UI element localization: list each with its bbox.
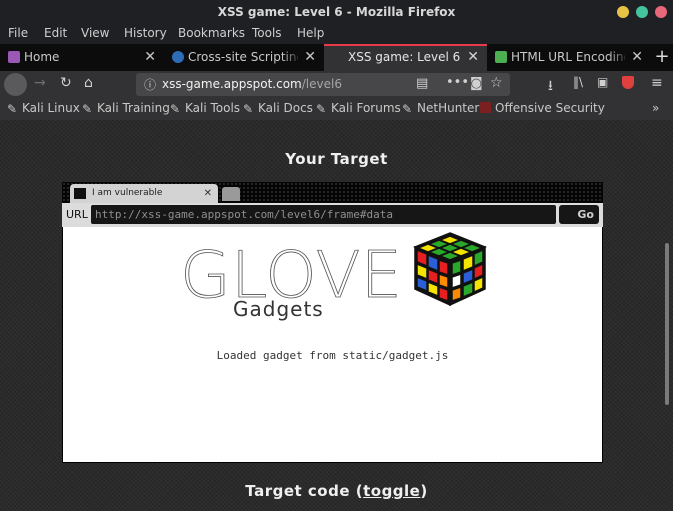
info-icon[interactable]: ⓘ [144, 76, 156, 93]
reload-icon[interactable]: ↻ [60, 75, 72, 91]
tab-label: XSS game: Level 6 [348, 50, 461, 64]
tab-label: Home [24, 50, 60, 64]
page-content: Your Target I am vulnerable ✕ URL http:/… [0, 120, 673, 511]
menu-history[interactable]: History [124, 26, 167, 40]
frame-url-input[interactable]: http://xss-game.appspot.com/level6/frame… [91, 205, 556, 224]
firefox-window: XSS game: Level 6 - Mozilla Firefox File… [0, 0, 673, 511]
menu-bar: File Edit View History Bookmarks Tools H… [0, 24, 673, 44]
maximize-button[interactable] [636, 6, 648, 18]
frame-tab[interactable]: I am vulnerable ✕ [70, 184, 218, 203]
purple-page-icon [8, 51, 20, 63]
xss-logo-icon [74, 188, 86, 199]
kali-dragon-icon: ✎ [82, 102, 93, 116]
forward-icon[interactable]: → [34, 75, 46, 91]
bookmarks-bar: ✎ Kali Linux ✎ Kali Training ✎ Kali Tools ✎… [0, 98, 673, 120]
downloads-icon[interactable]: ⭳ [548, 75, 553, 99]
offsec-icon [480, 102, 491, 113]
close-tab-icon[interactable]: ✕ [631, 44, 643, 71]
library-icon[interactable]: ‖\ [573, 75, 583, 89]
bookmarks-overflow-icon[interactable]: » [652, 101, 659, 115]
frame-tab-label: I am vulnerable [92, 188, 163, 198]
gadgets-text: Gadgets [233, 297, 324, 321]
url-bar[interactable]: ⓘ xss-game.appspot.com/level6 ▤ ••• ◙ ☆ [136, 73, 510, 96]
kali-dragon-icon: ✎ [316, 102, 327, 116]
bookmark-kali-linux[interactable]: ✎ Kali Linux [7, 101, 80, 116]
frame-tab-close-icon[interactable]: ✕ [204, 184, 212, 203]
close-tab-icon[interactable]: ✕ [467, 46, 479, 69]
menu-tools[interactable]: Tools [252, 26, 282, 40]
frame-url-label: URL [66, 208, 88, 221]
bookmark-kali-docs[interactable]: ✎ Kali Docs [243, 101, 313, 116]
page-actions-icon[interactable]: ••• [446, 75, 469, 90]
shield-icon[interactable] [622, 76, 634, 89]
globe-icon [172, 51, 184, 63]
frame-url-bar: URL http://xss-game.appspot.com/level6/f… [62, 203, 603, 227]
kali-dragon-icon: ✎ [170, 102, 181, 116]
back-button[interactable] [4, 73, 27, 96]
url-text[interactable]: xss-game.appspot.com/level6 [162, 77, 342, 91]
close-tab-icon[interactable]: ✕ [144, 44, 156, 71]
menu-help[interactable]: Help [297, 26, 324, 40]
reader-view-icon[interactable]: ▤ [416, 76, 428, 91]
tab-xss-level6[interactable]: XSS game: Level 6 ✕ [324, 44, 487, 71]
glove-logo-text: GLOVE [180, 243, 402, 301]
menu-edit[interactable]: Edit [44, 26, 67, 40]
pocket-icon[interactable]: ◙ [470, 76, 483, 91]
close-window-button[interactable] [655, 6, 667, 18]
menu-bookmarks[interactable]: Bookmarks [178, 26, 245, 40]
tab-bar: Home ✕ Cross-site Scripting (X ✕ XSS gam… [0, 44, 673, 71]
bookmark-kali-tools[interactable]: ✎ Kali Tools [170, 101, 240, 116]
window-title: XSS game: Level 6 - Mozilla Firefox [217, 5, 456, 19]
tab-cross-site-scripting[interactable]: Cross-site Scripting (X ✕ [164, 44, 324, 71]
tab-home[interactable]: Home ✕ [0, 44, 164, 71]
menu-icon[interactable]: ≡ [651, 75, 663, 91]
frame-go-button[interactable]: Go [559, 205, 599, 224]
bookmark-offensive-security[interactable]: Offensive Security [480, 101, 605, 115]
scrollbar-thumb[interactable] [665, 243, 669, 405]
frame-tab-strip: I am vulnerable ✕ [62, 182, 603, 203]
toggle-link[interactable]: toggle [363, 482, 420, 500]
minimize-button[interactable] [617, 6, 629, 18]
sidebar-icon[interactable]: ▣ [597, 75, 608, 89]
target-frame: I am vulnerable ✕ URL http://xss-game.ap… [62, 182, 603, 463]
kali-dragon-icon: ✎ [7, 102, 18, 116]
home-icon[interactable]: ⌂ [84, 75, 93, 91]
new-tab-button[interactable]: + [651, 44, 673, 71]
gadget-status-text: Loaded gadget from static/gadget.js [216, 349, 449, 362]
menu-file[interactable]: File [8, 26, 28, 40]
rubiks-cube-icon [413, 232, 487, 307]
kali-dragon-icon: ✎ [243, 102, 254, 116]
green-code-icon [495, 51, 507, 63]
target-code-heading: Target code (toggle) [245, 482, 428, 500]
navigation-bar: → ↻ ⌂ ⓘ xss-game.appspot.com/level6 ▤ ••… [0, 71, 673, 98]
bookmark-kali-training[interactable]: ✎ Kali Training [82, 101, 170, 116]
close-tab-icon[interactable]: ✕ [304, 44, 316, 71]
bookmark-star-icon[interactable]: ☆ [490, 75, 503, 91]
bookmark-kali-forums[interactable]: ✎ Kali Forums [316, 101, 401, 116]
tab-label: HTML URL Encoding R [511, 50, 625, 64]
bookmark-nethunter[interactable]: ✎ NetHunter [402, 101, 479, 116]
title-bar: XSS game: Level 6 - Mozilla Firefox [0, 0, 673, 24]
your-target-heading: Your Target [285, 150, 388, 168]
frame-new-tab[interactable] [222, 187, 240, 201]
kali-dragon-icon: ✎ [402, 102, 413, 116]
menu-view[interactable]: View [81, 26, 109, 40]
glove-logo: GLOVE [180, 243, 402, 301]
frame-body: GLOVE Gadgets Loaded gadget from static/… [63, 227, 602, 462]
page-scrollbar[interactable] [662, 120, 673, 503]
tab-html-url-encoding[interactable]: HTML URL Encoding R ✕ [487, 44, 651, 71]
